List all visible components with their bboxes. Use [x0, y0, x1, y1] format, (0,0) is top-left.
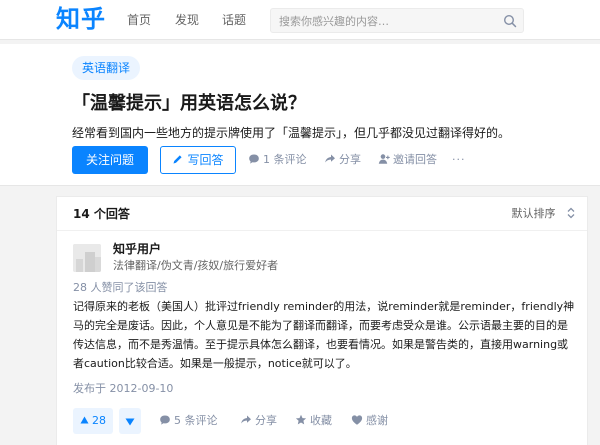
default-avatar-icon — [73, 244, 101, 272]
share-icon — [241, 415, 251, 424]
triangle-up-icon — [80, 416, 89, 424]
answer-share-button[interactable]: 分享 — [240, 413, 277, 429]
write-answer-label: 写回答 — [187, 153, 224, 167]
answer-comments-button[interactable]: 5 条评论 — [159, 413, 218, 429]
author-bio: 法律翻译/伪文青/孩奴/旅行爱好者 — [113, 259, 279, 272]
zhihu-logo[interactable]: 知乎 — [56, 4, 106, 34]
sort-chevron-icon — [567, 207, 575, 219]
star-icon — [295, 414, 307, 425]
question-header: 英语翻译 「温馨提示」用英语怎么说？ 经常看到国内一些地方的提示牌使用了「温馨提… — [0, 44, 600, 186]
thanks-button[interactable]: 感谢 — [351, 413, 388, 429]
upvote-button[interactable]: 28 — [73, 408, 113, 434]
author-name[interactable]: 知乎用户 — [113, 241, 161, 257]
heart-icon — [351, 415, 363, 425]
vote-summary[interactable]: 28 人赞同了该回答 — [73, 280, 168, 295]
thanks-label: 感谢 — [366, 414, 388, 427]
question-comments-label: 1 条评论 — [263, 153, 307, 166]
comment-icon — [249, 154, 259, 164]
answers-header: 14 个回答 默认排序 — [57, 197, 587, 231]
upvote-count: 28 — [92, 414, 106, 427]
nav-explore[interactable]: 发现 — [175, 12, 199, 28]
downvote-button[interactable] — [119, 408, 141, 434]
answer-comments-label: 5 条评论 — [174, 414, 218, 427]
search-icon[interactable] — [503, 14, 517, 28]
sort-dropdown[interactable]: 默认排序 — [512, 206, 576, 222]
collect-label: 收藏 — [310, 414, 332, 427]
top-navigation-bar: 知乎 首页 发现 话题 — [0, 0, 600, 40]
invite-answer-button[interactable]: 邀请回答 — [378, 152, 437, 168]
question-share-button[interactable]: 分享 — [324, 152, 361, 168]
nav-home[interactable]: 首页 — [127, 12, 151, 28]
question-comments-button[interactable]: 1 条评论 — [248, 152, 307, 168]
answer-share-label: 分享 — [255, 414, 277, 427]
invite-answer-label: 邀请回答 — [393, 153, 437, 166]
triangle-down-icon — [125, 418, 135, 426]
answer-content: 记得原来的老板（美国人）批评过friendly reminder的用法，说rem… — [73, 300, 575, 370]
question-share-label: 分享 — [339, 153, 361, 166]
search-input[interactable] — [279, 13, 489, 29]
invite-icon — [378, 154, 390, 164]
nav-topics[interactable]: 话题 — [222, 12, 246, 28]
answers-list: 14 个回答 默认排序 知乎用户 法律翻译/伪文青/孩奴/旅行爱好者 28 人赞… — [56, 196, 588, 445]
share-icon — [325, 154, 335, 163]
more-options-button[interactable]: ··· — [452, 152, 466, 168]
topic-tag[interactable]: 英语翻译 — [72, 56, 141, 80]
question-title: 「温馨提示」用英语怎么说？ — [72, 93, 306, 114]
collect-button[interactable]: 收藏 — [295, 413, 332, 429]
pencil-icon — [173, 155, 183, 164]
write-answer-button[interactable]: 写回答 — [160, 146, 236, 174]
answer-date[interactable]: 发布于 2012-09-10 — [73, 381, 173, 396]
answer-count: 14 个回答 — [73, 207, 130, 221]
comment-icon — [160, 415, 170, 425]
sort-label: 默认排序 — [511, 207, 556, 220]
avatar[interactable] — [73, 244, 101, 272]
follow-question-button[interactable]: 关注问题 — [72, 146, 148, 174]
search-box — [270, 8, 524, 33]
question-detail: 经常看到国内一些地方的提示牌使用了「温馨提示」，但几乎都没见过翻译得好的。 — [72, 126, 511, 140]
